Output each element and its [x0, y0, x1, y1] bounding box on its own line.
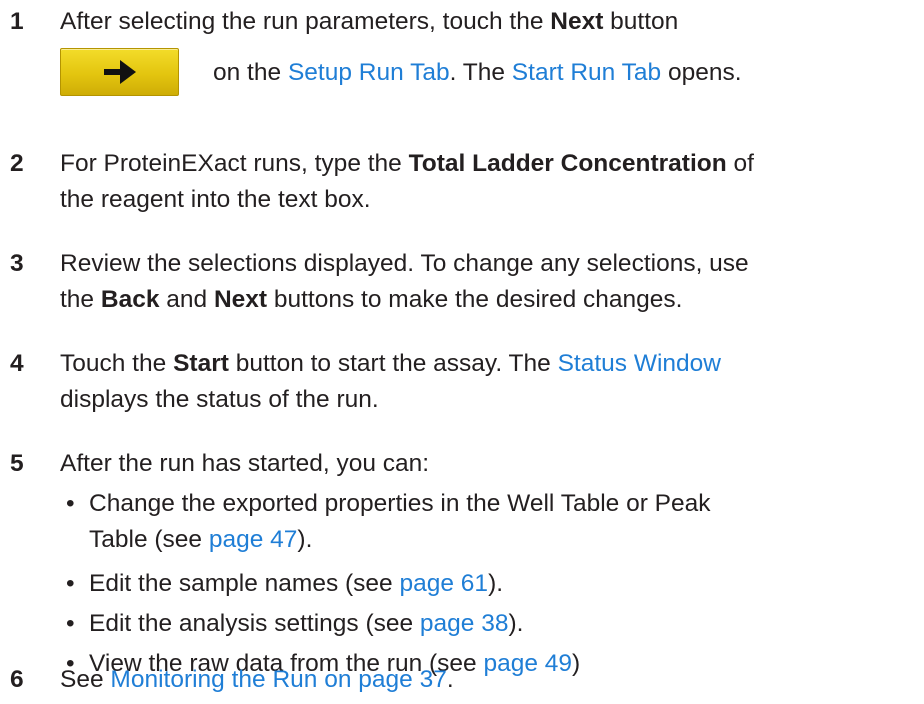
bullet-text: Change the exported properties in the We… [89, 486, 711, 558]
text: For ProteinEXact runs, type the [60, 150, 409, 177]
step-number: 1 [10, 8, 24, 35]
step-number: 6 [10, 666, 24, 693]
bold-text: Next [213, 286, 268, 313]
bold-text: Start [173, 350, 229, 377]
bullet-dot: • [66, 490, 75, 517]
bullet-line: Change the exported properties in the We… [89, 490, 711, 517]
step-body: For ProteinEXact runs, type the Total La… [60, 146, 920, 218]
step-text-line: For ProteinEXact runs, type the Total La… [60, 146, 920, 182]
text: . The [449, 59, 512, 86]
setup-run-tab-link[interactable]: Setup Run Tab [288, 59, 450, 86]
step-body: Review the selections displayed. To chan… [60, 246, 920, 318]
text: Table (see [89, 526, 209, 553]
start-run-tab-link[interactable]: Start Run Tab [512, 59, 661, 86]
text: Edit the sample names (see [89, 570, 400, 597]
step-number: 3 [10, 250, 24, 277]
step-text-line: displays the status of the run. [60, 386, 379, 413]
bold-text: Total Ladder Concentration [408, 150, 727, 177]
bullet-dot: • [66, 610, 75, 637]
bullet-line: Edit the analysis settings (see page 38)… [89, 606, 523, 642]
bold-text: Next [550, 8, 604, 35]
text: the [60, 286, 101, 313]
text: buttons to make the desired changes. [267, 286, 683, 313]
text: ). [508, 610, 524, 637]
step-body: After selecting the run parameters, touc… [60, 4, 920, 100]
monitoring-the-run-link[interactable]: Monitoring the Run on page 37 [110, 666, 446, 693]
text: and [159, 286, 214, 313]
bullet-line: Edit the sample names (see page 61). [89, 566, 503, 602]
text: button [603, 8, 679, 35]
text: on the [213, 59, 288, 86]
step-text-line: the Back and Next buttons to make the de… [60, 282, 920, 318]
step-text-line: on the Setup Run Tab. The Start Run Tab … [213, 55, 742, 91]
page-61-link[interactable]: page 61 [400, 570, 489, 597]
text: After selecting the run parameters, touc… [60, 8, 551, 35]
text: Edit the analysis settings (see [89, 610, 420, 637]
step-text-line: See Monitoring the Run on page 37. [60, 662, 920, 698]
step-body: After the run has started, you can: [60, 446, 920, 482]
step-text-line: After the run has started, you can: [60, 450, 430, 477]
step-text-line: After selecting the run parameters, touc… [60, 4, 920, 40]
step-body: See Monitoring the Run on page 37. [60, 662, 920, 698]
step-text-line: Review the selections displayed. To chan… [60, 250, 749, 277]
bold-text: Back [100, 286, 160, 313]
text: Touch the [60, 350, 174, 377]
step-number: 2 [10, 150, 24, 177]
text: opens. [661, 59, 742, 86]
bullet-line: Table (see page 47). [89, 522, 711, 558]
arrow-right-icon [104, 60, 136, 84]
step-text-line: the reagent into the text box. [60, 186, 371, 213]
bullet-text: Edit the analysis settings (see page 38)… [89, 606, 523, 642]
status-window-link[interactable]: Status Window [558, 350, 721, 377]
button-line: on the Setup Run Tab. The Start Run Tab … [60, 48, 920, 100]
step-body: Touch the Start button to start the assa… [60, 346, 920, 418]
step-number: 5 [10, 450, 24, 477]
text: . [446, 666, 454, 693]
next-button[interactable] [60, 48, 179, 96]
page-38-link[interactable]: page 38 [420, 610, 509, 637]
text: ). [488, 570, 504, 597]
bullet-dot: • [66, 570, 75, 597]
text: ). [297, 526, 313, 553]
page-47-link[interactable]: page 47 [209, 526, 298, 553]
text: See [60, 666, 111, 693]
step-number: 4 [10, 350, 24, 377]
text: of [726, 150, 754, 177]
bullet-text: Edit the sample names (see page 61). [89, 566, 503, 602]
text: button to start the assay. The [228, 350, 558, 377]
step-text-line: Touch the Start button to start the assa… [60, 346, 920, 382]
